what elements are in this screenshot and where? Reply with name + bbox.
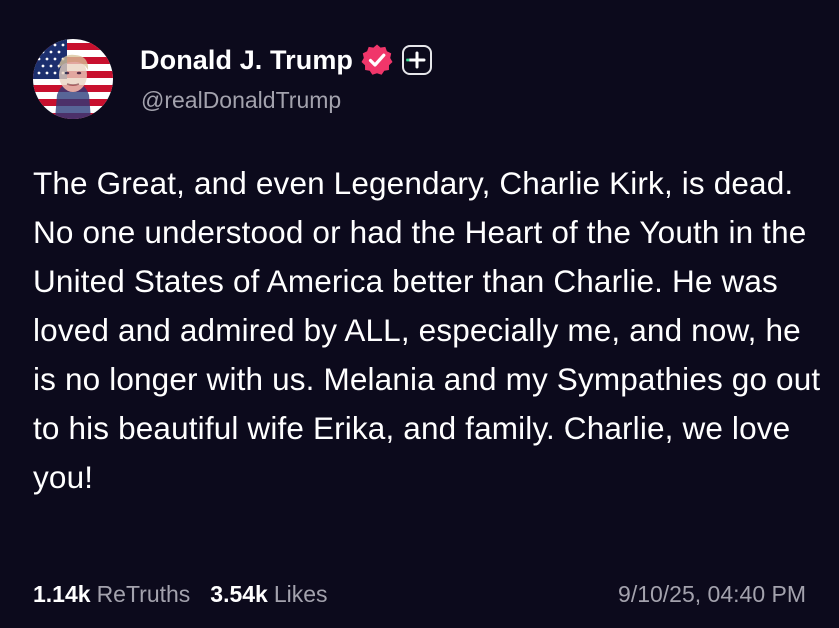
retruths-count: 1.14k — [33, 580, 91, 607]
likes-label: Likes — [273, 580, 328, 607]
post-body-text: The Great, and even Legendary, Charlie K… — [33, 165, 821, 495]
author-display-name[interactable]: Donald J. Trump — [140, 45, 353, 76]
author-row: Donald J. Trump — [140, 42, 433, 78]
author-handle[interactable]: @realDonaldTrump — [141, 87, 341, 114]
likes-stat[interactable]: 3.54k Likes — [210, 581, 327, 608]
post-timestamp[interactable]: 9/10/25, 04:40 PM — [618, 581, 806, 608]
verified-badge-icon — [360, 43, 394, 77]
post-footer: 1.14k ReTruths 3.54k Likes 9/10/25, 04:4… — [33, 577, 806, 611]
follow-button[interactable] — [402, 45, 433, 75]
retruths-stat[interactable]: 1.14k ReTruths — [33, 581, 190, 608]
plus-icon — [406, 51, 426, 69]
retruths-label: ReTruths — [96, 580, 191, 607]
likes-count: 3.54k — [210, 580, 268, 607]
avatar[interactable] — [33, 39, 113, 119]
